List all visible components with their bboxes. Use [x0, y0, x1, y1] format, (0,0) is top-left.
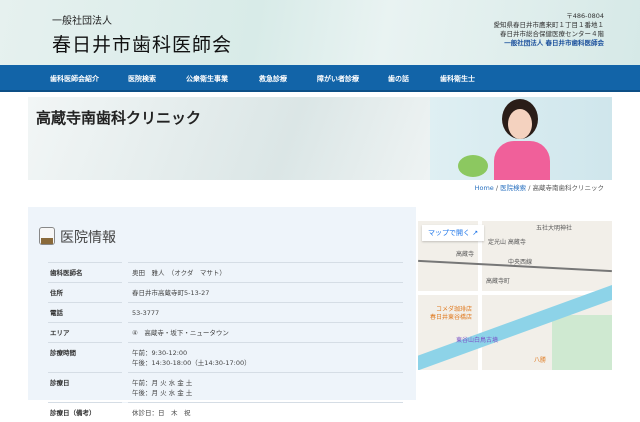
site-header: 一般社団法人 春日井市歯科医師会 〒486-0804 愛知県春日井市鷹来町１丁目… — [0, 0, 640, 65]
nav-item-about[interactable]: 歯科医師会紹介 — [50, 74, 99, 84]
row-value: 午前：9:30-12:00 午後：14:30-18:00（土14:30-17:00… — [132, 343, 403, 372]
table-row: 住所 春日井市高蔵寺町5-13-27 — [48, 282, 403, 302]
header-address: 〒486-0804 愛知県春日井市鷹来町１丁目１番地１ 春日井市総合保健医療セン… — [494, 12, 605, 48]
main-nav: 歯科医師会紹介 医院検索 公衆衛生事業 救急診療 障がい者診療 歯の話 歯科衛生… — [0, 65, 640, 92]
breadcrumb-sep: / — [528, 184, 531, 192]
breadcrumb-search[interactable]: 医院検索 — [500, 184, 526, 192]
map-embed[interactable]: マップで開く ↗ 五社大明神社 高蔵寺 中央西線 高蔵寺町 コメダ珈琲店 春日井… — [418, 221, 612, 370]
row-value: 春日井市高蔵寺町5-13-27 — [132, 283, 403, 302]
row-label: 診療日 — [48, 372, 128, 387]
open-in-maps-button[interactable]: マップで開く ↗ — [422, 225, 485, 241]
map-park — [552, 315, 612, 370]
nav-item-disability[interactable]: 障がい者診療 — [317, 74, 359, 84]
postal-code: 〒486-0804 — [566, 12, 604, 20]
map-label: 高蔵寺 — [456, 251, 475, 258]
table-row: 診療日（備考） 休診日：日 木 祝 — [48, 402, 403, 422]
row-value-line: 午前：月 火 水 金 土 — [132, 379, 193, 387]
tooth-mascot-icon — [39, 227, 55, 245]
row-label: 診療日（備考） — [48, 402, 128, 417]
nav-item-public-health[interactable]: 公衆衛生事業 — [186, 74, 228, 84]
section-heading: 医院情報 — [60, 230, 116, 246]
breadcrumb-sep: / — [495, 184, 499, 192]
row-value: ④ 高蔵寺・坂下・ニュータウン — [132, 323, 403, 342]
address-line: 春日井市総合保健医療センター４階 — [500, 30, 604, 38]
breadcrumb-current: 高蔵寺南歯科クリニック — [532, 184, 605, 192]
row-value-line: 午後：月 火 水 金 土 — [132, 389, 193, 397]
org-type: 一般社団法人 — [52, 16, 112, 27]
table-row: 診療時間 午前：9:30-12:00 午後：14:30-18:00（土14:30-1… — [48, 342, 403, 372]
row-value: 53-3777 — [132, 303, 403, 322]
row-label: 歯科医師名 — [48, 262, 128, 277]
map-label: 高蔵寺町 — [486, 278, 511, 285]
clinic-info-table: 歯科医師名 奥田 雅人 （オクダ マサト） 住所 春日井市高蔵寺町5-13-27 電話 5… — [48, 262, 403, 422]
row-value: 奥田 雅人 （オクダ マサト） — [132, 263, 403, 282]
row-value: 午前：月 火 水 金 土午後：月 火 水 金 土 — [132, 373, 403, 402]
banner-photo — [430, 97, 612, 180]
table-row: エリア ④ 高蔵寺・坂下・ニュータウン — [48, 322, 403, 342]
page-banner: 高蔵寺南歯科クリニック — [28, 97, 612, 180]
nav-item-hygienist[interactable]: 歯科衛生士 — [440, 74, 475, 84]
row-label: 住所 — [48, 282, 128, 297]
site-logo-title[interactable]: 春日井市歯科医師会 — [52, 30, 232, 57]
clinic-info-card: 医院情報 歯科医師名 奥田 雅人 （オクダ マサト） 住所 春日井市高蔵寺町5-13-… — [28, 207, 416, 417]
table-row: 電話 53-3777 — [48, 302, 403, 322]
breadcrumb: Home / 医院検索 / 高蔵寺南歯科クリニック — [475, 182, 604, 192]
row-value-line: 休診日：日 木 祝 — [132, 409, 191, 417]
nav-item-clinic-search[interactable]: 医院検索 — [128, 74, 156, 84]
map-label: 八勝 — [534, 357, 547, 364]
row-value-line: 春日井市高蔵寺町5-13-27 — [132, 289, 210, 297]
table-row: 診療日 午前：月 火 水 金 土午後：月 火 水 金 土 — [48, 372, 403, 402]
map-label: 定光山 高蔵寺 — [488, 239, 526, 246]
page-title: 高蔵寺南歯科クリニック — [36, 109, 202, 127]
row-value-line: 午後：14:30-18:00（土14:30-17:00） — [132, 359, 251, 367]
map-label: 中央西線 — [508, 259, 533, 266]
table-row: 歯科医師名 奥田 雅人 （オクダ マサト） — [48, 262, 403, 282]
row-value: 休診日：日 木 祝 — [132, 403, 403, 422]
row-value-line: ④ 高蔵寺・坂下・ニュータウン — [132, 329, 229, 337]
nav-item-teeth-talk[interactable]: 歯の話 — [388, 74, 409, 84]
map-label: 五社大明神社 — [536, 225, 573, 232]
row-value-line: 午前：9:30-12:00 — [132, 349, 188, 357]
row-value-line: 奥田 雅人 （オクダ マサト） — [132, 269, 226, 277]
address-line: 愛知県春日井市鷹来町１丁目１番地１ — [493, 21, 605, 29]
open-in-maps-label: マップで開く — [428, 229, 470, 237]
woman-body — [494, 141, 550, 180]
row-label: 電話 — [48, 302, 128, 317]
plant-image — [458, 155, 488, 177]
map-label: 春日井東谷橋店 — [430, 314, 473, 321]
address-org: 一般社団法人 春日井市歯科医師会 — [504, 39, 604, 47]
nav-item-emergency[interactable]: 救急診療 — [259, 74, 287, 84]
row-label: 診療時間 — [48, 342, 128, 357]
woman-face — [508, 109, 532, 139]
map-label: 東谷山白鳥古墳 — [456, 337, 499, 344]
row-value-line: 53-3777 — [132, 309, 160, 317]
row-label: エリア — [48, 322, 128, 337]
breadcrumb-home[interactable]: Home — [475, 184, 494, 192]
